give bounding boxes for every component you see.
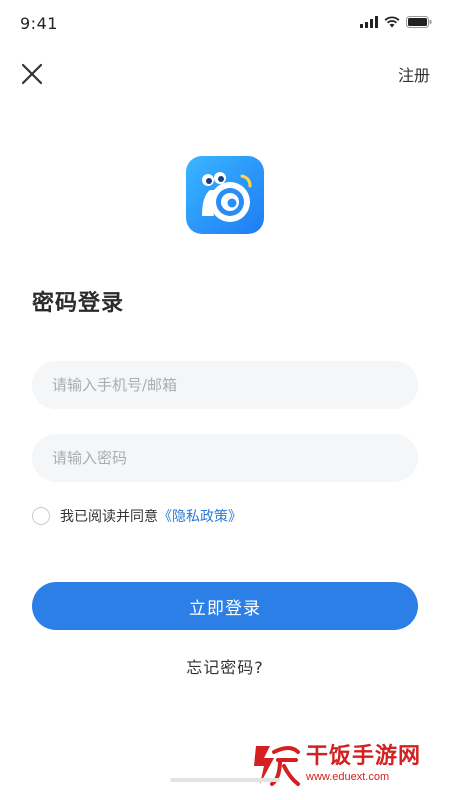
battery-icon [406,16,432,28]
signal-icon [360,16,378,28]
forgot-password-link[interactable]: 忘记密码? [0,654,450,678]
status-bar: 9:41 [0,0,450,48]
page-title: 密码登录 [32,291,125,316]
agreement-row: 我已阅读并同意 《隐私政策》 [32,506,242,526]
password-input[interactable] [32,434,418,482]
app-logo [186,156,264,234]
login-button[interactable]: 立即登录 [32,582,418,630]
watermark-text: 干饭手游网 www.eduext.com [306,744,421,784]
agree-checkbox[interactable] [32,507,50,525]
register-link[interactable]: 注册 [398,62,430,86]
privacy-policy-link[interactable]: 《隐私政策》 [158,506,242,526]
watermark-url: www.eduext.com [306,771,390,783]
watermark-logo-icon [254,746,300,786]
password-field [32,434,418,482]
watermark: 干饭手游网 www.eduext.com [250,738,421,790]
wifi-icon [384,16,400,28]
status-icons [360,16,432,28]
watermark-name: 干饭手游网 [306,744,422,769]
status-time: 9:41 [20,14,58,33]
home-indicator[interactable] [170,778,280,782]
snail-logo-icon [202,172,252,222]
account-field [32,361,418,409]
account-input[interactable] [32,361,418,409]
agree-text: 我已阅读并同意 [60,509,158,525]
close-icon [21,63,43,85]
close-button[interactable] [18,60,46,88]
